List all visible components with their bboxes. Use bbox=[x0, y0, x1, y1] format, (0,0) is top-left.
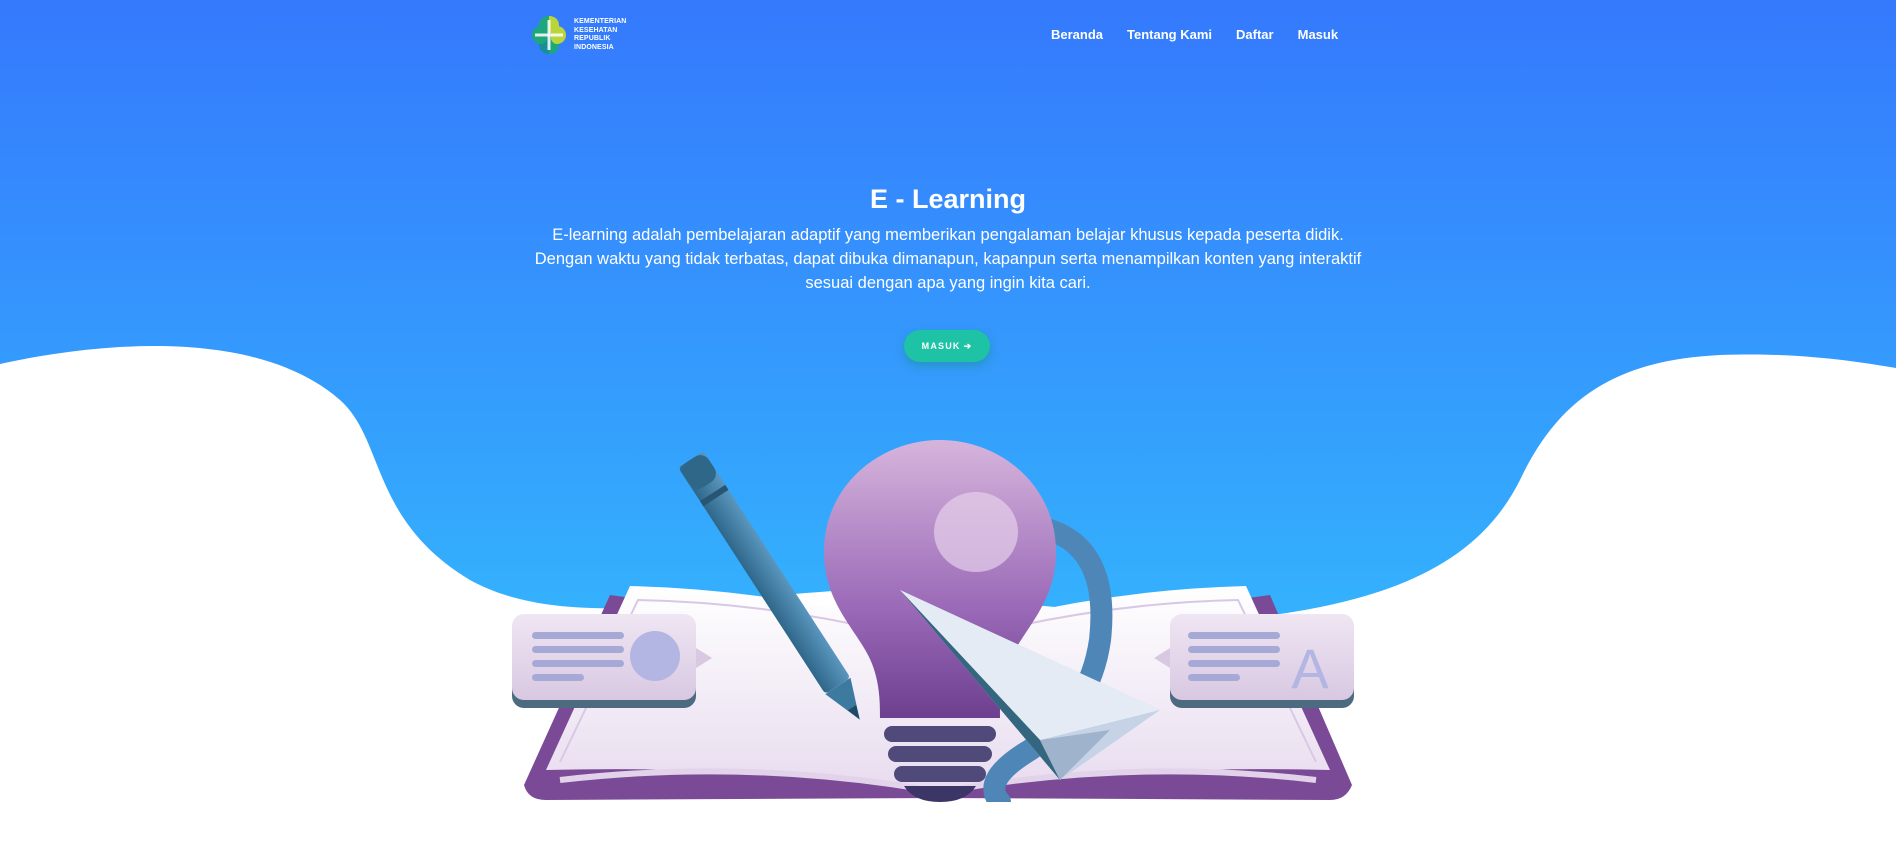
logo-line: KEMENTERIAN bbox=[574, 18, 627, 25]
cta-label: MASUK bbox=[921, 341, 961, 351]
masuk-cta-button[interactable]: MASUK ➔ bbox=[904, 330, 990, 362]
hero-title: E - Learning bbox=[869, 184, 1026, 214]
kemenkes-logo-icon bbox=[532, 16, 566, 54]
card-letter: A bbox=[1291, 637, 1329, 700]
logo-line: KESEHATAN bbox=[574, 26, 618, 34]
right-info-card: A bbox=[1154, 614, 1354, 708]
elearning-illustration: A bbox=[512, 440, 1354, 802]
hero-description: E-learning adalah pembelajaran adaptif y… bbox=[534, 226, 1362, 292]
nav-link-masuk[interactable]: Masuk bbox=[1298, 27, 1338, 42]
nav-link-tentang-kami[interactable]: Tentang Kami bbox=[1127, 27, 1212, 42]
left-info-card bbox=[512, 614, 712, 708]
kemenkes-logo[interactable]: KEMENTERIAN KESEHATAN REPUBLIK INDONESIA bbox=[530, 14, 640, 56]
nav-link-beranda[interactable]: Beranda bbox=[1051, 27, 1103, 42]
logo-line: INDONESIA bbox=[574, 43, 614, 51]
nav-link-daftar[interactable]: Daftar bbox=[1236, 27, 1274, 42]
arrow-right-icon: ➔ bbox=[963, 340, 973, 351]
logo-line: REPUBLIK bbox=[574, 35, 611, 42]
top-navbar: KEMENTERIAN KESEHATAN REPUBLIK INDONESIA… bbox=[0, 0, 1896, 66]
main-nav: Beranda Tentang Kami Daftar Masuk bbox=[1051, 22, 1338, 46]
logo-text: KEMENTERIAN KESEHATAN REPUBLIK INDONESIA bbox=[574, 18, 626, 52]
